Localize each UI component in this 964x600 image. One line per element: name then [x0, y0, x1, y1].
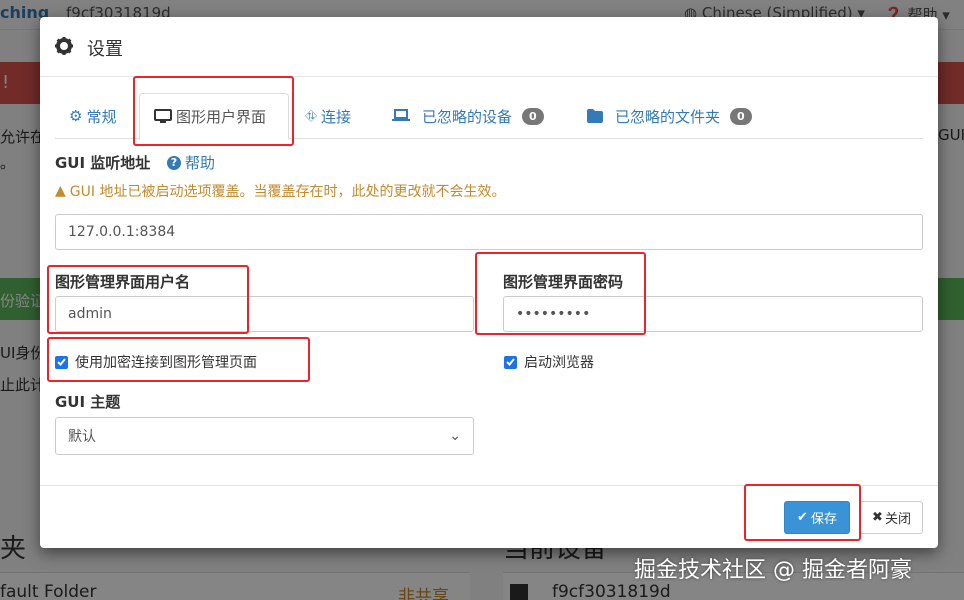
gear-icon	[55, 37, 73, 55]
check-icon: ✔	[797, 510, 808, 525]
tab-ignored-folders-label: 已忽略的文件夹	[615, 107, 721, 126]
desktop-icon	[154, 109, 172, 123]
checkmark-icon	[57, 358, 66, 366]
ignored-folders-count-badge: 0	[730, 107, 752, 125]
dialog-title: 设置	[87, 39, 123, 60]
use-https-label: 使用加密连接到图形管理页面	[75, 355, 257, 371]
warning-triangle-icon: ▲	[55, 183, 66, 199]
start-browser-checkbox-row[interactable]: 启动浏览器	[504, 352, 594, 372]
listen-address-value: 127.0.0.1:8384	[68, 224, 176, 240]
gui-theme-select[interactable]: 默认 ⌄	[55, 417, 474, 455]
laptop-icon	[392, 109, 410, 121]
tab-general-label: 常规	[86, 107, 117, 126]
save-button-label: 保存	[810, 512, 837, 527]
override-warning-text: GUI 地址已被启动选项覆盖。当覆盖存在时，此处的更改就不会生效。	[69, 184, 506, 200]
password-value: •••••••••	[516, 306, 591, 322]
folder-icon	[587, 109, 603, 123]
help-link-label: 帮助	[185, 154, 216, 172]
username-value: admin	[68, 306, 112, 322]
tab-connections[interactable]: ⛗ 连接	[305, 93, 351, 139]
username-input[interactable]: admin	[55, 296, 474, 332]
dialog-header: 设置	[40, 17, 938, 77]
tab-ignored-devices-label: 已忽略的设备	[422, 107, 513, 126]
override-warning: ▲ GUI 地址已被启动选项覆盖。当覆盖存在时，此处的更改就不会生效。	[55, 181, 505, 201]
ignored-devices-count-badge: 0	[522, 107, 544, 125]
password-label: 图形管理界面密码	[503, 273, 624, 291]
start-browser-checkbox[interactable]	[504, 355, 517, 369]
sitemap-icon: ⛗	[305, 107, 318, 125]
settings-tabs: ⚙ 常规 图形用户界面 ⛗ 连接 已忽略的设备 0 已忽略的文件夹 0	[55, 93, 923, 140]
listen-address-label: GUI 监听地址	[55, 154, 151, 172]
close-icon: ✖	[872, 510, 883, 525]
close-button-label: 关闭	[884, 512, 911, 527]
save-button[interactable]: ✔ 保存	[784, 501, 850, 534]
tab-general[interactable]: ⚙ 常规	[69, 93, 116, 139]
tab-ignored-folders[interactable]: 已忽略的文件夹 0	[587, 93, 752, 139]
help-link[interactable]: ? 帮助	[167, 152, 215, 173]
gui-theme-value: 默认	[68, 429, 96, 445]
watermark-text: 掘金技术社区 @ 掘金者阿豪	[634, 558, 912, 583]
gui-theme-label: GUI 主题	[55, 393, 121, 411]
question-circle-icon: ?	[167, 155, 181, 170]
tab-ignored-devices[interactable]: 已忽略的设备 0	[392, 93, 544, 139]
gear-icon: ⚙	[69, 107, 83, 125]
use-https-checkbox-row[interactable]: 使用加密连接到图形管理页面	[55, 352, 257, 372]
use-https-checkbox[interactable]	[55, 355, 68, 369]
listen-address-input[interactable]: 127.0.0.1:8384	[55, 214, 923, 250]
tab-connections-label: 连接	[321, 107, 352, 126]
chevron-down-icon: ⌄	[449, 428, 461, 444]
password-input[interactable]: •••••••••	[503, 296, 923, 332]
checkmark-icon	[506, 358, 515, 366]
username-label: 图形管理界面用户名	[55, 273, 191, 291]
start-browser-label: 启动浏览器	[524, 355, 594, 371]
tab-gui-label: 图形用户界面	[176, 108, 267, 126]
close-button[interactable]: ✖ 关闭	[860, 501, 923, 534]
settings-dialog: 设置 ⚙ 常规 图形用户界面 ⛗ 连接 已忽略的设备 0 已忽略的文件夹 0 G…	[40, 17, 938, 548]
tab-gui[interactable]: 图形用户界面	[139, 93, 289, 140]
